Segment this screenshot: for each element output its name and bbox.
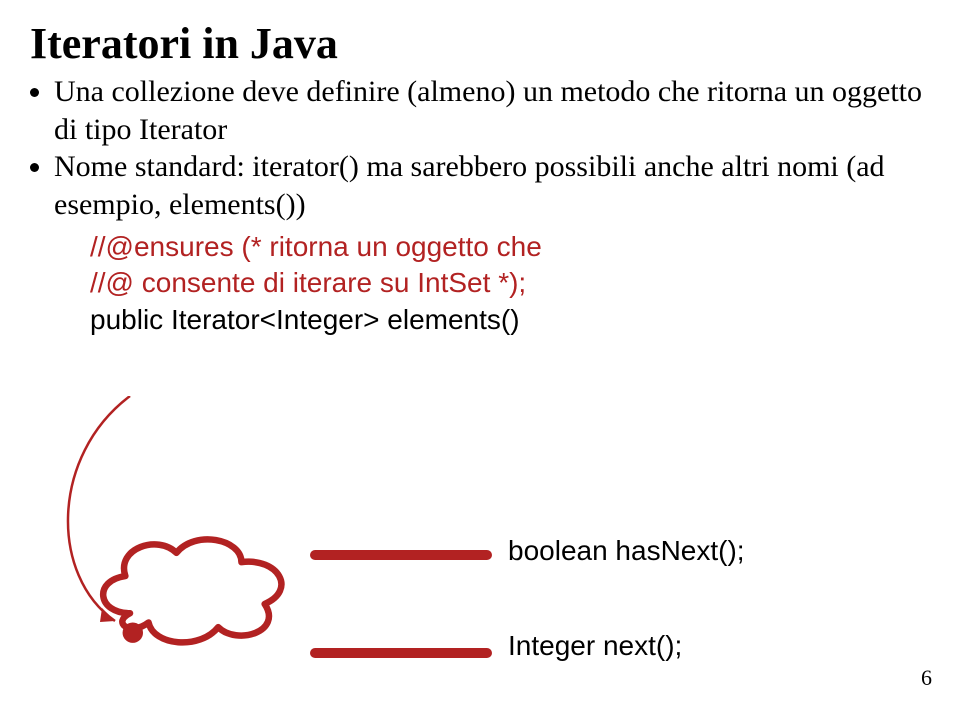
connector-line: [310, 550, 492, 560]
slide-title: Iteratori in Java: [30, 18, 930, 69]
next-method-label: Integer next();: [508, 630, 682, 662]
code-comment-line: //@ensures (* ritorna un oggetto che: [90, 229, 930, 265]
code-block: //@ensures (* ritorna un oggetto che //@…: [90, 229, 930, 338]
bullet-list: Una collezione deve definire (almeno) un…: [30, 73, 930, 223]
code-signature: public Iterator<Integer> elements(): [90, 302, 930, 338]
cloud-shape: [80, 525, 310, 655]
connector-line: [310, 648, 492, 658]
bullet-item: Nome standard: iterator() ma sarebbero p…: [54, 148, 930, 223]
code-comment-line: //@ consente di iterare su IntSet *);: [90, 265, 930, 301]
page-number: 6: [921, 665, 932, 691]
bullet-item: Una collezione deve definire (almeno) un…: [54, 73, 930, 148]
hasnext-method-label: boolean hasNext();: [508, 535, 745, 567]
